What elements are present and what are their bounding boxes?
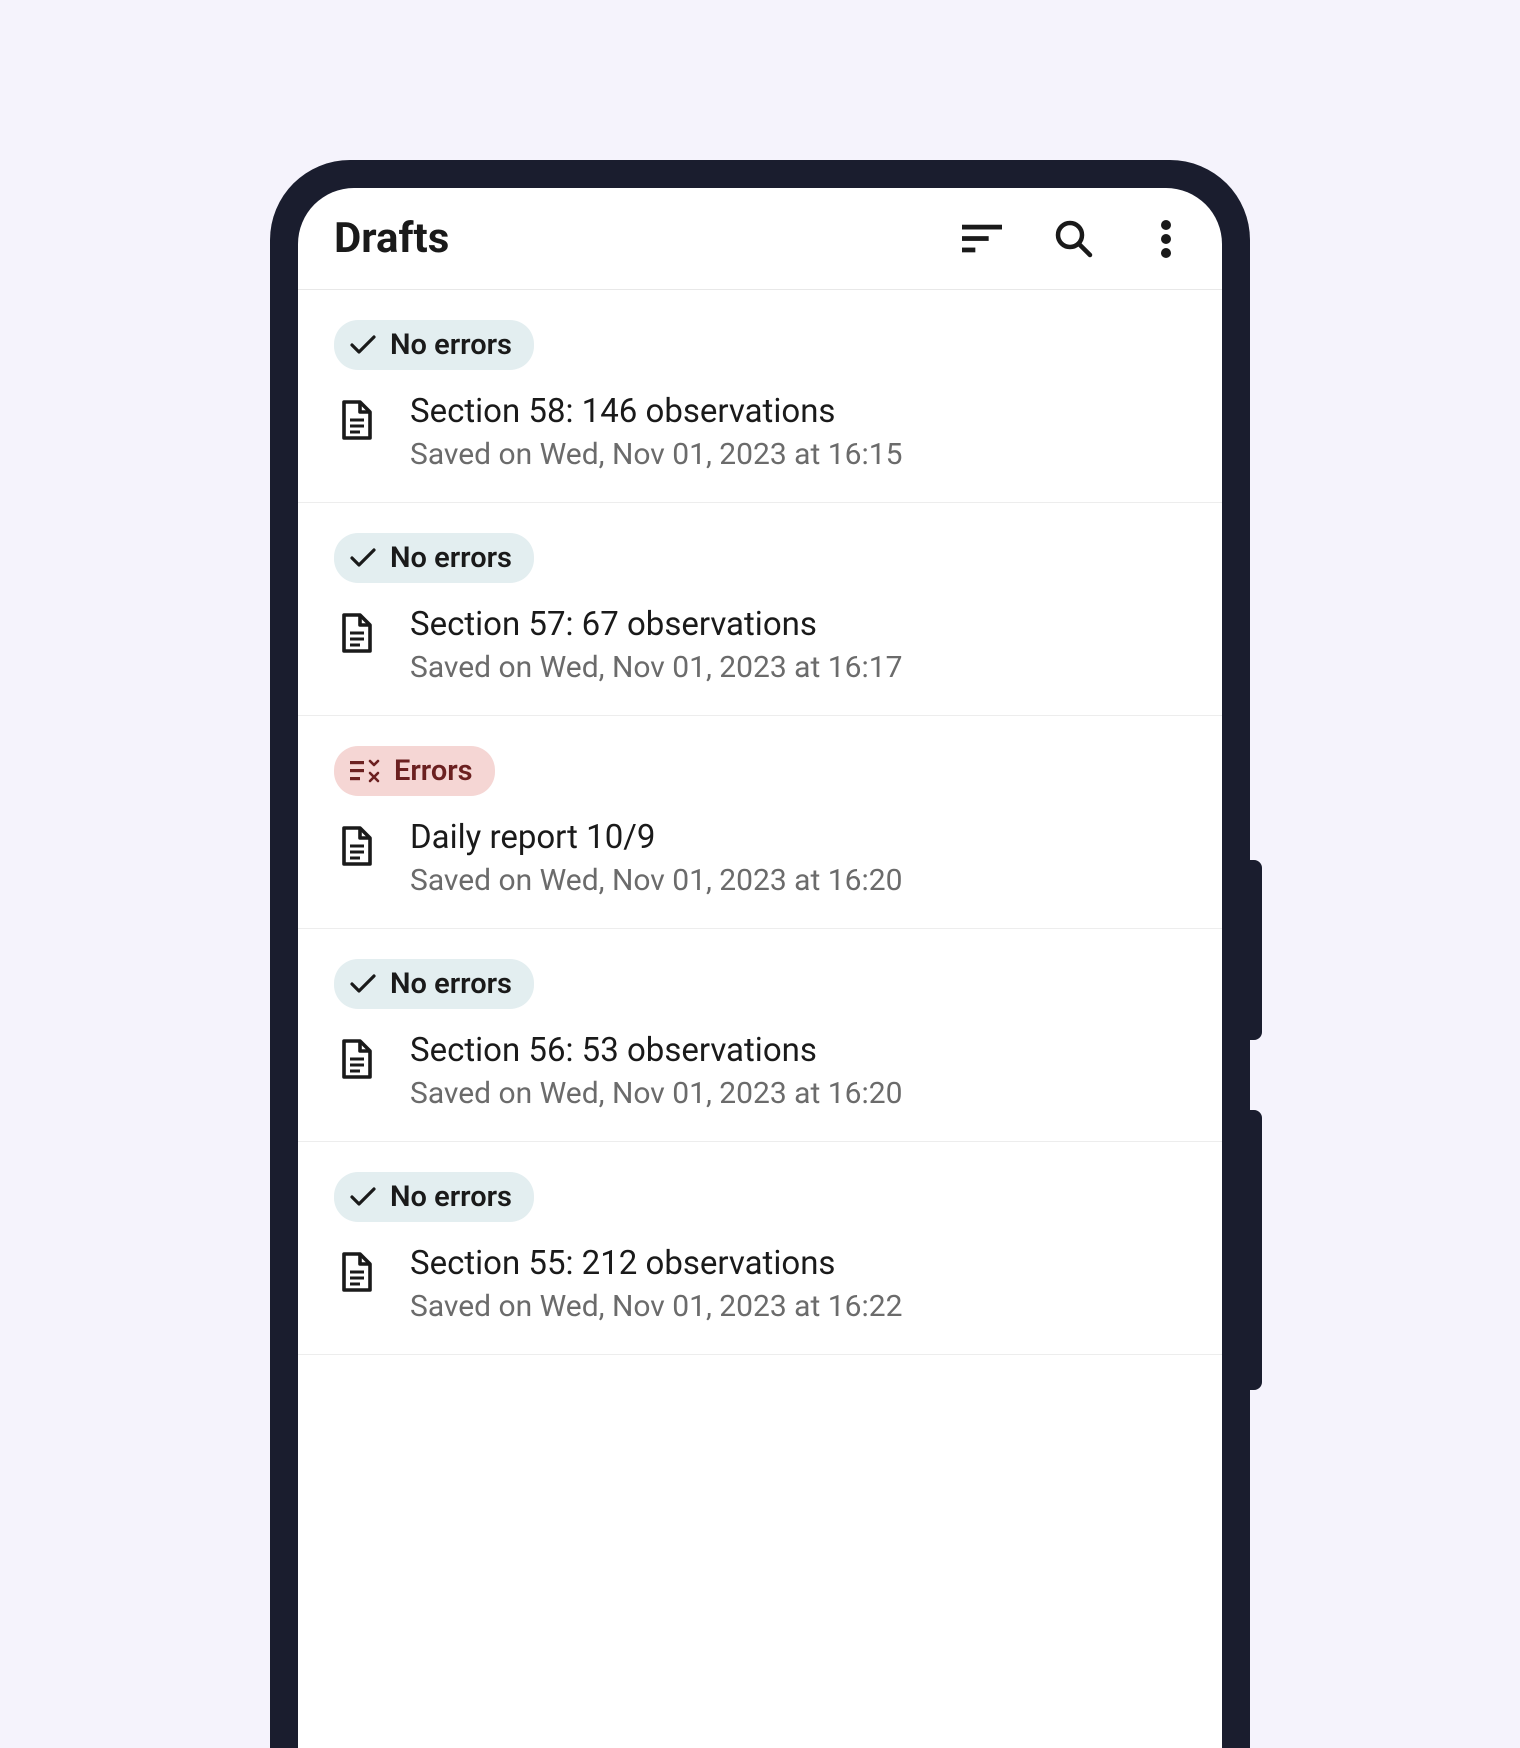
draft-text: Section 56: 53 observations Saved on Wed… <box>410 1031 902 1111</box>
draft-saved-time: Saved on Wed, Nov 01, 2023 at 16:20 <box>410 863 902 898</box>
draft-title: Section 55: 212 observations <box>410 1244 902 1283</box>
draft-item[interactable]: No errors Section 57: 67 observations Sa… <box>298 503 1222 716</box>
sort-icon <box>962 224 1002 254</box>
status-label: No errors <box>390 1180 512 1214</box>
draft-title: Section 58: 146 observations <box>410 392 902 431</box>
draft-saved-time: Saved on Wed, Nov 01, 2023 at 16:20 <box>410 1076 902 1111</box>
status-badge: No errors <box>334 959 534 1009</box>
draft-saved-time: Saved on Wed, Nov 01, 2023 at 16:22 <box>410 1289 902 1324</box>
more-button[interactable] <box>1146 219 1186 259</box>
draft-list: No errors Section 58: 146 observations S… <box>298 290 1222 1355</box>
draft-content: Section 58: 146 observations Saved on We… <box>334 392 1186 472</box>
draft-item[interactable]: No errors Section 55: 212 observations S… <box>298 1142 1222 1355</box>
draft-text: Section 57: 67 observations Saved on Wed… <box>410 605 902 685</box>
draft-saved-time: Saved on Wed, Nov 01, 2023 at 16:17 <box>410 650 902 685</box>
search-icon <box>1054 219 1094 259</box>
status-label: No errors <box>390 541 512 575</box>
document-icon <box>334 611 378 655</box>
phone-hardware-button <box>1250 860 1262 1040</box>
check-icon <box>350 335 376 355</box>
draft-title: Daily report 10/9 <box>410 818 902 857</box>
phone-frame: Drafts <box>270 160 1250 1748</box>
screen: Drafts <box>298 188 1222 1748</box>
draft-item[interactable]: No errors Section 58: 146 observations S… <box>298 290 1222 503</box>
more-vertical-icon <box>1161 220 1171 258</box>
status-badge: No errors <box>334 320 534 370</box>
draft-text: Daily report 10/9 Saved on Wed, Nov 01, … <box>410 818 902 898</box>
draft-text: Section 55: 212 observations Saved on We… <box>410 1244 902 1324</box>
draft-title: Section 56: 53 observations <box>410 1031 902 1070</box>
sort-button[interactable] <box>962 219 1002 259</box>
draft-content: Section 56: 53 observations Saved on Wed… <box>334 1031 1186 1111</box>
status-badge: No errors <box>334 1172 534 1222</box>
app-header: Drafts <box>298 188 1222 290</box>
phone-hardware-button <box>1250 1110 1262 1390</box>
status-label: No errors <box>390 967 512 1001</box>
draft-title: Section 57: 67 observations <box>410 605 902 644</box>
page-title: Drafts <box>334 214 449 263</box>
check-icon <box>350 548 376 568</box>
document-icon <box>334 398 378 442</box>
status-badge: Errors <box>334 746 495 796</box>
draft-content: Section 55: 212 observations Saved on We… <box>334 1244 1186 1324</box>
error-list-icon <box>350 759 380 783</box>
status-label: No errors <box>390 328 512 362</box>
search-button[interactable] <box>1054 219 1094 259</box>
draft-content: Section 57: 67 observations Saved on Wed… <box>334 605 1186 685</box>
draft-item[interactable]: No errors Section 56: 53 observations Sa… <box>298 929 1222 1142</box>
document-icon <box>334 1250 378 1294</box>
status-badge: No errors <box>334 533 534 583</box>
draft-item[interactable]: Errors Daily report 10/9 Saved on Wed, N… <box>298 716 1222 929</box>
document-icon <box>334 824 378 868</box>
draft-saved-time: Saved on Wed, Nov 01, 2023 at 16:15 <box>410 437 902 472</box>
draft-content: Daily report 10/9 Saved on Wed, Nov 01, … <box>334 818 1186 898</box>
check-icon <box>350 974 376 994</box>
header-actions <box>962 219 1186 259</box>
draft-text: Section 58: 146 observations Saved on We… <box>410 392 902 472</box>
document-icon <box>334 1037 378 1081</box>
check-icon <box>350 1187 376 1207</box>
status-label: Errors <box>394 754 473 788</box>
